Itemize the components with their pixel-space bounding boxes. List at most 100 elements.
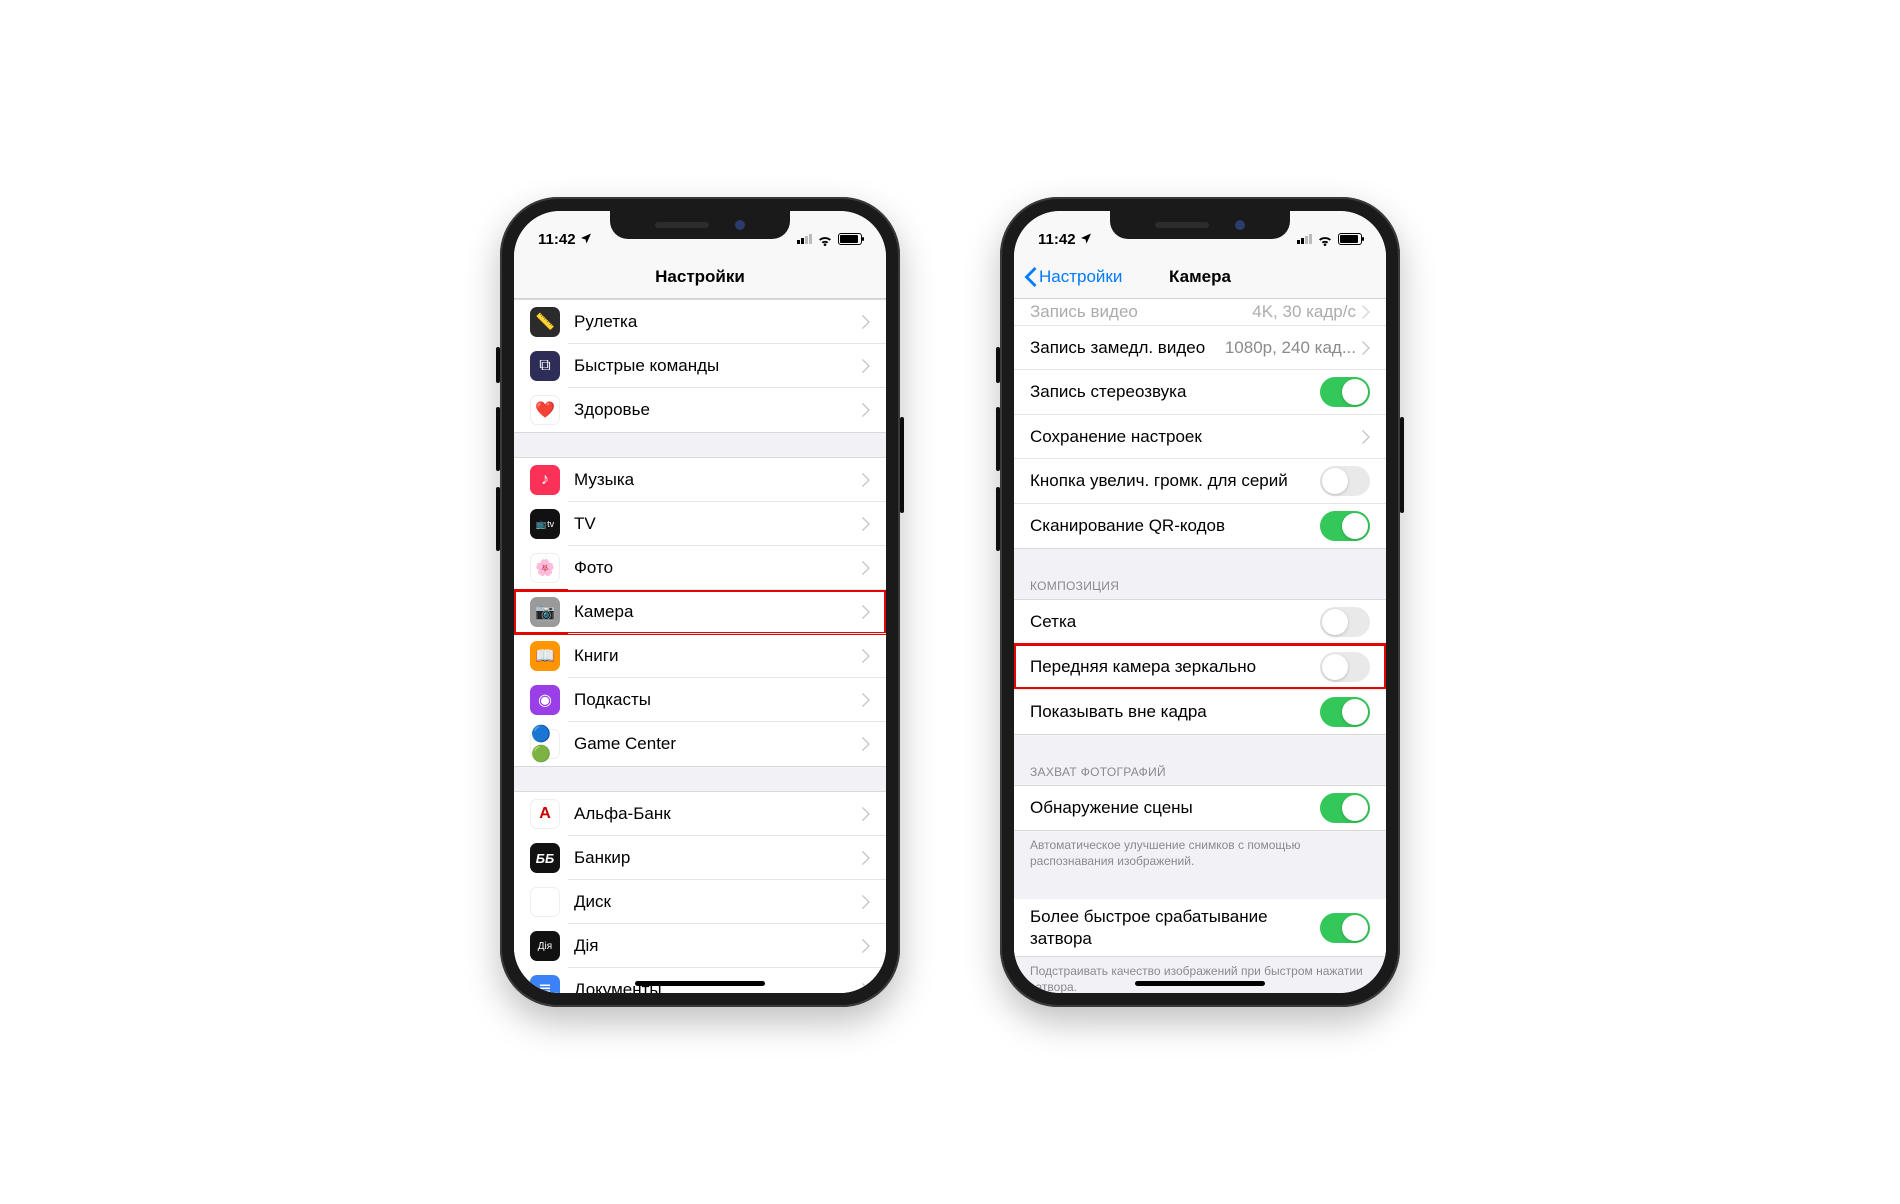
- bb-icon: ББ: [530, 843, 560, 873]
- section-footer: Подстраивать качество изображений при бы…: [1014, 957, 1386, 993]
- row-value: 4K, 30 кадр/с: [1252, 302, 1356, 322]
- camera-row[interactable]: Передняя камера зеркально: [1014, 644, 1386, 689]
- toggle-switch[interactable]: [1320, 466, 1370, 496]
- row-label: Сканирование QR-кодов: [1030, 516, 1320, 536]
- section-header: ЗАХВАТ ФОТОГРАФИЙ: [1014, 759, 1386, 785]
- camera-row[interactable]: Запись стереозвука: [1014, 369, 1386, 414]
- row-value: 1080p, 240 кад...: [1225, 338, 1356, 358]
- row-label: Здоровье: [574, 400, 862, 420]
- toggle-switch[interactable]: [1320, 652, 1370, 682]
- camera-row[interactable]: Показывать вне кадра: [1014, 689, 1386, 734]
- notch: [1110, 211, 1290, 239]
- settings-list[interactable]: 📏Рулетка ⧉ Быстрые команды ❤️ Здоровье ♪ Музык…: [514, 299, 886, 993]
- chevron-right-icon: [862, 517, 870, 531]
- chevron-right-icon: [862, 693, 870, 707]
- chevron-right-icon: [1362, 341, 1370, 355]
- row-label: TV: [574, 514, 862, 534]
- chevron-right-icon: [1362, 430, 1370, 444]
- row-label: Обнаружение сцены: [1030, 798, 1320, 818]
- camera-row[interactable]: Сохранение настроек: [1014, 414, 1386, 458]
- chevron-right-icon: [862, 605, 870, 619]
- battery-icon: [1338, 233, 1362, 245]
- row-label: Запись стереозвука: [1030, 382, 1320, 402]
- camera-row[interactable]: Запись видео4K, 30 кадр/с: [1014, 299, 1386, 325]
- settings-row-дія[interactable]: ДіяДія: [514, 924, 886, 968]
- wifi-icon: [1317, 233, 1333, 245]
- row-label: Подкасты: [574, 690, 862, 710]
- settings-row-здоровье[interactable]: ❤️ Здоровье: [514, 388, 886, 432]
- battery-icon: [838, 233, 862, 245]
- settings-row-быстрые-команды[interactable]: ⧉ Быстрые команды: [514, 344, 886, 388]
- location-icon: [580, 231, 592, 248]
- chevron-right-icon: [862, 315, 870, 329]
- camera-icon: 📷: [530, 597, 560, 627]
- volume-down-button[interactable]: [496, 487, 500, 551]
- toggle-switch[interactable]: [1320, 377, 1370, 407]
- camera-row[interactable]: Сканирование QR-кодов: [1014, 503, 1386, 548]
- chevron-right-icon: [862, 649, 870, 663]
- toggle-switch[interactable]: [1320, 607, 1370, 637]
- power-button[interactable]: [1400, 417, 1404, 513]
- toggle-switch[interactable]: [1320, 697, 1370, 727]
- row-label: Запись видео: [1030, 302, 1252, 322]
- chevron-right-icon: [862, 737, 870, 751]
- home-indicator[interactable]: [635, 981, 765, 986]
- settings-row-диск[interactable]: ▲Диск: [514, 880, 886, 924]
- cellular-icon: [1297, 234, 1312, 244]
- camera-row[interactable]: Более быстрое срабатывание затвора: [1014, 899, 1386, 956]
- row-label: Сетка: [1030, 612, 1320, 632]
- camera-row[interactable]: Запись замедл. видео1080p, 240 кад...: [1014, 325, 1386, 369]
- volume-down-button[interactable]: [996, 487, 1000, 551]
- volume-up-button[interactable]: [996, 407, 1000, 471]
- mute-switch[interactable]: [496, 347, 500, 383]
- camera-row[interactable]: Обнаружение сцены: [1014, 786, 1386, 830]
- camera-row[interactable]: Сетка: [1014, 600, 1386, 644]
- status-time: 11:42: [1038, 231, 1076, 248]
- settings-row-рулетка[interactable]: 📏Рулетка: [514, 300, 886, 344]
- row-label: Game Center: [574, 734, 862, 754]
- chevron-right-icon: [862, 561, 870, 575]
- settings-row-подкасты[interactable]: ◉Подкасты: [514, 678, 886, 722]
- mute-switch[interactable]: [996, 347, 1000, 383]
- row-label: Музыка: [574, 470, 862, 490]
- chevron-right-icon: [862, 403, 870, 417]
- camera-settings-list[interactable]: Запись видео4K, 30 кадр/сЗапись замедл. …: [1014, 299, 1386, 993]
- settings-row-tv[interactable]: 📺tv TV: [514, 502, 886, 546]
- chevron-right-icon: [1362, 305, 1370, 319]
- location-icon: [1080, 231, 1092, 248]
- tv-icon: 📺tv: [530, 509, 560, 539]
- settings-row-книги[interactable]: 📖Книги: [514, 634, 886, 678]
- toggle-switch[interactable]: [1320, 913, 1370, 943]
- chevron-right-icon: [862, 473, 870, 487]
- row-label: Книги: [574, 646, 862, 666]
- settings-row-альфа-банк[interactable]: AАльфа-Банк: [514, 792, 886, 836]
- row-label: Показывать вне кадра: [1030, 702, 1320, 722]
- toggle-switch[interactable]: [1320, 793, 1370, 823]
- settings-row-фото[interactable]: 🌸 Фото: [514, 546, 886, 590]
- settings-row-камера[interactable]: 📷Камера: [514, 590, 886, 634]
- phone-settings: 11:42 Настройки 📏Рулетка⧉Быстрые команды…: [500, 197, 900, 1007]
- back-button[interactable]: Настройки: [1024, 255, 1122, 298]
- row-label: Банкир: [574, 848, 862, 868]
- photos-icon: 🌸: [530, 553, 560, 583]
- camera-row[interactable]: Кнопка увелич. громк. для серий: [1014, 458, 1386, 503]
- music-icon: ♪: [530, 465, 560, 495]
- nav-bar: Настройки Камера: [1014, 255, 1386, 299]
- settings-row-музыка[interactable]: ♪ Музыка: [514, 458, 886, 502]
- shortcuts-icon: ⧉: [530, 351, 560, 381]
- section-header: КОМПОЗИЦИЯ: [1014, 573, 1386, 599]
- page-title: Настройки: [655, 267, 745, 287]
- power-button[interactable]: [900, 417, 904, 513]
- wifi-icon: [817, 233, 833, 245]
- row-label: Быстрые команды: [574, 356, 862, 376]
- gamecenter-icon: 🔵🟢: [530, 729, 560, 759]
- settings-row-банкир[interactable]: ББ Банкир: [514, 836, 886, 880]
- page-title: Камера: [1169, 267, 1231, 287]
- settings-row-game-center[interactable]: 🔵🟢 Game Center: [514, 722, 886, 766]
- volume-up-button[interactable]: [496, 407, 500, 471]
- toggle-switch[interactable]: [1320, 511, 1370, 541]
- home-indicator[interactable]: [1135, 981, 1265, 986]
- health-icon: ❤️: [530, 395, 560, 425]
- row-label: Фото: [574, 558, 862, 578]
- notch: [610, 211, 790, 239]
